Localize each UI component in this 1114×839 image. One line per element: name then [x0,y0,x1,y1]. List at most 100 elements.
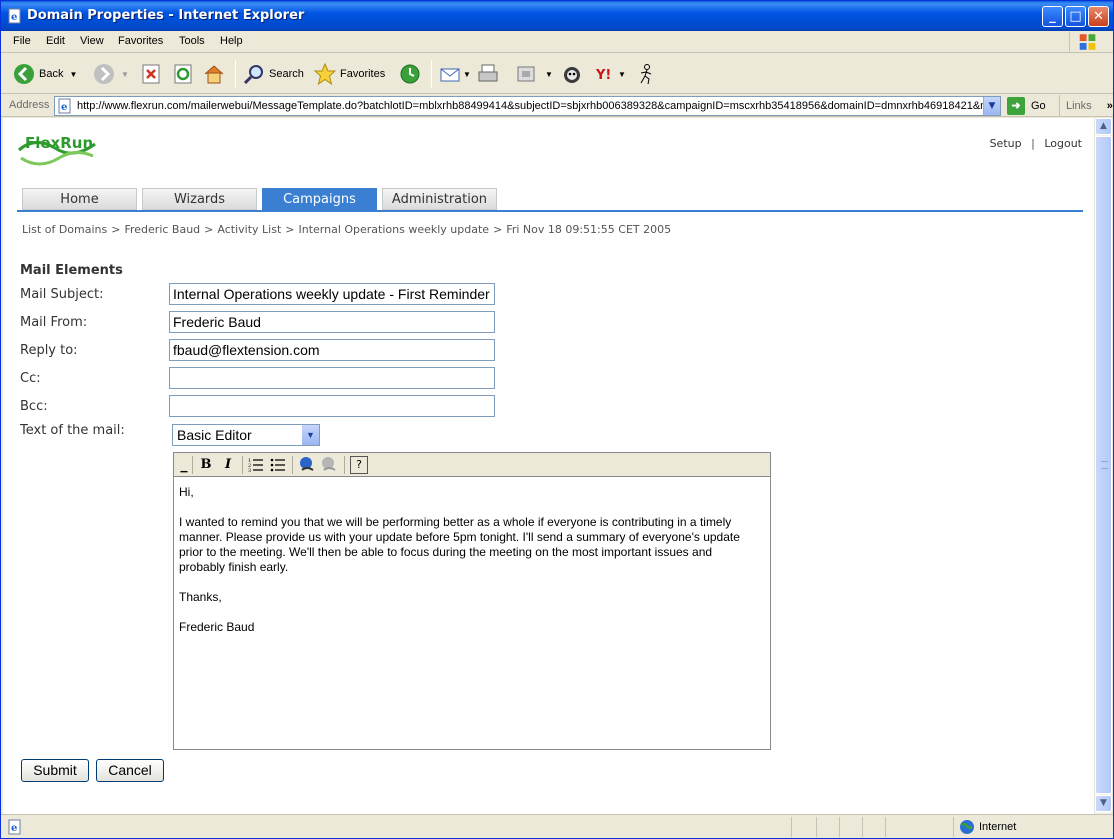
yahoo-button[interactable]: Y! ▼ [596,60,626,88]
forward-button[interactable]: ▼ [93,60,129,88]
print-button[interactable] [477,60,499,88]
from-label: Mail From: [20,315,88,330]
back-button[interactable]: Back ▼ [13,60,77,88]
history-icon [400,64,420,84]
cancel-button[interactable]: Cancel [96,759,164,782]
scroll-thumb[interactable] [1095,136,1112,794]
menu-bar: File Edit View Favorites Tools Help [1,31,1113,53]
mail-button[interactable]: ▼ [439,60,471,88]
bcc-input[interactable] [169,395,495,417]
menu-edit[interactable]: Edit [46,35,65,47]
svg-text:e: e [11,823,17,834]
history-button[interactable] [399,60,421,88]
zone-label: Internet [979,821,1017,833]
help-icon[interactable]: ? [350,456,368,474]
toolbar-separator [344,456,345,474]
tab-home[interactable]: Home [22,188,137,210]
edit-button[interactable]: ▼ [515,60,553,88]
yahoo-dropdown-icon[interactable]: ▼ [618,70,626,79]
bcc-label: Bcc: [20,399,48,414]
refresh-button[interactable] [172,60,194,88]
address-dropdown-icon[interactable]: ▼ [983,97,1000,115]
home-icon [204,65,224,84]
title-bar: e Domain Properties - Internet Explorer … [1,1,1113,31]
reply-to-input[interactable] [169,339,495,361]
page-viewport: FlexRun Setup | Logout Home Wizards Camp… [3,118,1094,814]
breadcrumb-activity-list[interactable]: Activity List [217,223,281,236]
body-closing: Thanks, [179,590,222,604]
browser-window: e Domain Properties - Internet Explorer … [0,0,1114,839]
insert-link-icon[interactable] [298,456,316,474]
breadcrumb-sep: > [285,223,295,236]
status-segment [791,817,792,837]
window-title: Domain Properties - Internet Explorer [27,8,305,23]
close-button[interactable]: ✕ [1088,6,1109,27]
bold-button[interactable]: B [197,456,215,474]
vertical-scrollbar[interactable]: ▲ ▼ [1094,118,1112,814]
stop-button[interactable] [140,60,162,88]
browser-toolbar: Back ▼ ▼ Search Favorites ▼ ▼ Y! ▼ [1,54,1113,94]
go-arrow-icon: ➜ [1007,97,1025,115]
status-segment [862,817,863,837]
page-status-icon: e [8,819,21,835]
back-dropdown-icon[interactable]: ▼ [69,70,77,79]
chevron-down-icon[interactable]: ▼ [302,425,319,445]
cc-input[interactable] [169,367,495,389]
menu-favorites[interactable]: Favorites [118,35,163,47]
links-toolbar[interactable]: Links » [1059,95,1113,117]
italic-button[interactable]: I [219,456,237,474]
logout-link[interactable]: Logout [1044,137,1082,150]
unordered-list-icon[interactable] [269,456,287,474]
breadcrumb-user[interactable]: Frederic Baud [124,223,200,236]
editor-mode-select[interactable]: Basic Editor ▼ [172,424,320,446]
breadcrumb-sep: > [204,223,214,236]
from-input[interactable] [169,311,495,333]
status-segment [885,817,886,837]
tab-campaigns[interactable]: Campaigns [262,188,377,210]
home-button[interactable] [203,60,225,88]
stop-icon [142,64,160,84]
remove-link-icon[interactable] [320,456,338,474]
subject-input[interactable] [169,283,495,305]
menu-view[interactable]: View [80,35,104,47]
search-button[interactable]: Search [243,60,304,88]
logo-text: FlexRun [25,134,93,152]
subject-label: Mail Subject: [20,287,104,302]
status-segment [953,817,954,837]
forward-dropdown-icon[interactable]: ▼ [121,70,129,79]
tab-administration[interactable]: Administration [382,188,497,210]
runner-button[interactable] [635,60,657,88]
go-button[interactable]: ➜ Go [1007,97,1046,115]
scroll-up-icon[interactable]: ▲ [1095,118,1112,135]
breadcrumb-date: Fri Nov 18 09:51:55 CET 2005 [506,223,672,236]
toolbar-separator [192,456,193,474]
body-greeting: Hi, [179,485,194,499]
toolbar-collapse-icon[interactable]: ▁ [175,459,193,477]
address-url: http://www.flexrun.com/mailerwebui/Messa… [77,100,996,112]
menu-file[interactable]: File [13,35,31,47]
reply-to-label: Reply to: [20,343,78,358]
favorites-button[interactable]: Favorites [314,60,385,88]
scroll-down-icon[interactable]: ▼ [1095,795,1112,812]
submit-button[interactable]: Submit [21,759,89,782]
address-bar: Address e http://www.flexrun.com/mailerw… [1,95,1113,117]
tab-wizards[interactable]: Wizards [142,188,257,210]
setup-link[interactable]: Setup [990,137,1022,150]
menu-tools[interactable]: Tools [179,35,205,47]
links-more-icon[interactable]: » [1107,100,1113,112]
edit-dropdown-icon[interactable]: ▼ [545,70,553,79]
running-man-icon [640,64,652,85]
address-input[interactable]: e http://www.flexrun.com/mailerwebui/Mes… [54,96,1001,116]
mail-dropdown-icon[interactable]: ▼ [463,70,471,79]
breadcrumb-domains[interactable]: List of Domains [22,223,107,236]
editor-body[interactable]: Hi, I wanted to remind you that we will … [179,485,759,650]
maximize-button[interactable]: □ [1065,6,1086,27]
minimize-button[interactable]: _ [1042,6,1063,27]
ordered-list-icon[interactable]: 123 [247,456,265,474]
breadcrumb-campaign[interactable]: Internal Operations weekly update [298,223,489,236]
messenger-button[interactable] [561,60,583,88]
globe-icon [960,820,974,834]
breadcrumb-sep: > [111,223,121,236]
menu-help[interactable]: Help [220,35,243,47]
svg-text:Y!: Y! [596,68,611,83]
